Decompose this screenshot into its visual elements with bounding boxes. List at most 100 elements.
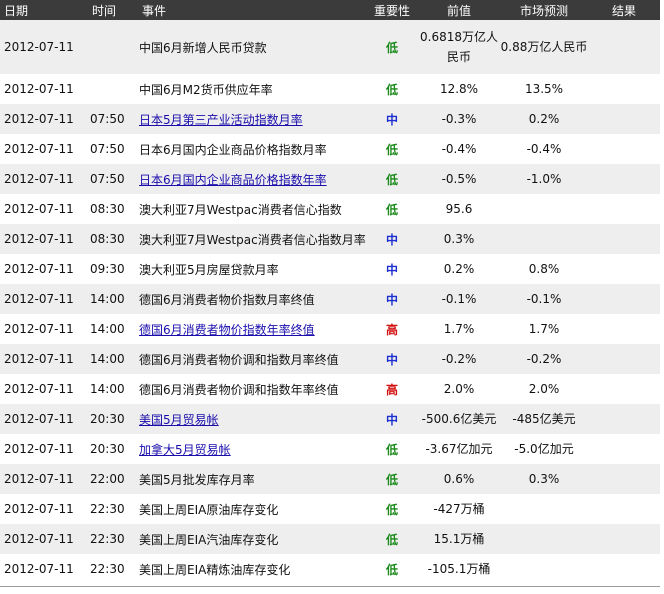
event-link[interactable]: 日本5月第三产业活动指数月率: [139, 113, 303, 127]
event-label: 澳大利亚7月Westpac消费者信心指数: [139, 202, 342, 217]
cell-date: 2012-07-11: [0, 134, 88, 164]
cell-time: 22:30: [88, 494, 138, 524]
cell-previous: -427万桶: [418, 494, 500, 524]
cell-result: [588, 164, 660, 194]
cell-importance: 低: [366, 434, 418, 464]
event-link[interactable]: 德国6月消费者物价指数年率终值: [139, 323, 315, 337]
importance-badge: 低: [385, 442, 398, 457]
cell-importance: 中: [366, 404, 418, 434]
cell-result: [588, 524, 660, 554]
cell-previous: 1.7%: [418, 314, 500, 344]
cell-date: 2012-07-11: [0, 494, 88, 524]
importance-badge: 中: [385, 232, 398, 247]
header-forecast: 市场预测: [519, 3, 568, 18]
cell-time: 22:00: [88, 464, 138, 494]
header-event: 事件: [142, 3, 167, 18]
table-row: 2012-07-11 08:30 澳大利亚7月Westpac消费者信心指数 低 95.6: [0, 194, 660, 224]
cell-time: 20:30: [88, 404, 138, 434]
header-date: 日期: [4, 3, 29, 18]
cell-result: [588, 284, 660, 314]
cell-date: 2012-07-11: [0, 434, 88, 464]
cell-result: [588, 464, 660, 494]
importance-badge: 低: [385, 202, 398, 217]
event-link[interactable]: 加拿大5月贸易帐: [139, 443, 231, 457]
table-row: 2012-07-11 中国6月新增人民币贷款 低 0.6818万亿人民币 0.88万亿人…: [0, 20, 660, 74]
importance-badge: 中: [385, 292, 398, 307]
header-result: 结果: [611, 3, 636, 18]
cell-forecast: 0.88万亿人民币: [500, 20, 588, 74]
cell-event: 德国6月消费者物价调和指数月率终值: [138, 344, 366, 374]
cell-result: [588, 224, 660, 254]
table-row: 2012-07-11 07:50 日本5月第三产业活动指数月率 中 -0.3% 0.2%: [0, 104, 660, 134]
cell-result: [588, 314, 660, 344]
event-link[interactable]: 日本6月国内企业商品价格指数年率: [139, 173, 327, 187]
cell-forecast: [500, 494, 588, 524]
cell-time: 22:30: [88, 554, 138, 584]
importance-badge: 中: [385, 112, 398, 127]
cell-result: [588, 104, 660, 134]
cell-forecast: -0.1%: [500, 284, 588, 314]
cell-result: [588, 374, 660, 404]
cell-date: 2012-07-11: [0, 524, 88, 554]
cell-event: 美国上周EIA精炼油库存变化: [138, 554, 366, 584]
cell-event: 中国6月M2货币供应年率: [138, 74, 366, 104]
table-row: 2012-07-11 22:30 美国上周EIA汽油库存变化 低 15.1万桶: [0, 524, 660, 554]
event-label: 中国6月新增人民币贷款: [139, 40, 267, 55]
event-label: 德国6月消费者物价指数月率终值: [139, 292, 315, 307]
cell-time: [88, 20, 138, 74]
cell-time: 14:00: [88, 284, 138, 314]
cell-forecast: 0.8%: [500, 254, 588, 284]
cell-date: 2012-07-11: [0, 224, 88, 254]
importance-badge: 低: [385, 562, 398, 577]
cell-date: 2012-07-11: [0, 74, 88, 104]
cell-previous: 0.3%: [418, 224, 500, 254]
cell-importance: 低: [366, 74, 418, 104]
cell-date: 2012-07-11: [0, 20, 88, 74]
cell-event: 德国6月消费者物价指数月率终值: [138, 284, 366, 314]
cell-event: 日本6月国内企业商品价格指数年率: [138, 164, 366, 194]
cell-date: 2012-07-11: [0, 374, 88, 404]
table-row: 2012-07-11 09:30 澳大利亚5月房屋贷款月率 中 0.2% 0.8%: [0, 254, 660, 284]
cell-date: 2012-07-11: [0, 464, 88, 494]
cell-date: 2012-07-11: [0, 104, 88, 134]
cell-time: 14:00: [88, 314, 138, 344]
cell-event: 德国6月消费者物价调和指数年率终值: [138, 374, 366, 404]
cell-result: [588, 194, 660, 224]
cell-date: 2012-07-11: [0, 284, 88, 314]
importance-badge: 中: [385, 352, 398, 367]
cell-importance: 低: [366, 464, 418, 494]
cell-event: 日本5月第三产业活动指数月率: [138, 104, 366, 134]
table-bottom-border: [0, 586, 660, 587]
cell-event: 美国上周EIA原油库存变化: [138, 494, 366, 524]
cell-forecast: 1.7%: [500, 314, 588, 344]
cell-importance: 低: [366, 524, 418, 554]
cell-importance: 高: [366, 314, 418, 344]
importance-badge: 高: [385, 382, 398, 397]
cell-event: 美国5月贸易帐: [138, 404, 366, 434]
cell-previous: 0.6%: [418, 464, 500, 494]
cell-event: 澳大利亚7月Westpac消费者信心指数: [138, 194, 366, 224]
cell-importance: 低: [366, 134, 418, 164]
calendar-panel: 日期 时间 事件 重要性 前值 市场预测 结果 2012-07-11 中国6月新增…: [0, 0, 664, 594]
cell-result: [588, 494, 660, 524]
cell-forecast: 13.5%: [500, 74, 588, 104]
importance-badge: 低: [385, 502, 398, 517]
cell-event: 中国6月新增人民币贷款: [138, 20, 366, 74]
event-link[interactable]: 美国5月贸易帐: [139, 413, 219, 427]
cell-date: 2012-07-11: [0, 254, 88, 284]
cell-previous: -0.5%: [418, 164, 500, 194]
table-row: 2012-07-11 20:30 美国5月贸易帐 中 -500.6亿美元 -485亿美元: [0, 404, 660, 434]
cell-result: [588, 344, 660, 374]
cell-date: 2012-07-11: [0, 314, 88, 344]
cell-time: 20:30: [88, 434, 138, 464]
cell-event: 加拿大5月贸易帐: [138, 434, 366, 464]
event-label: 日本6月国内企业商品价格指数月率: [139, 142, 327, 157]
cell-forecast: [500, 224, 588, 254]
header-previous: 前值: [446, 3, 471, 18]
event-label: 中国6月M2货币供应年率: [139, 82, 273, 97]
cell-previous: -0.4%: [418, 134, 500, 164]
cell-previous: 0.6818万亿人民币: [418, 20, 500, 74]
cell-date: 2012-07-11: [0, 194, 88, 224]
event-label: 德国6月消费者物价调和指数月率终值: [139, 352, 339, 367]
cell-forecast: -485亿美元: [500, 404, 588, 434]
